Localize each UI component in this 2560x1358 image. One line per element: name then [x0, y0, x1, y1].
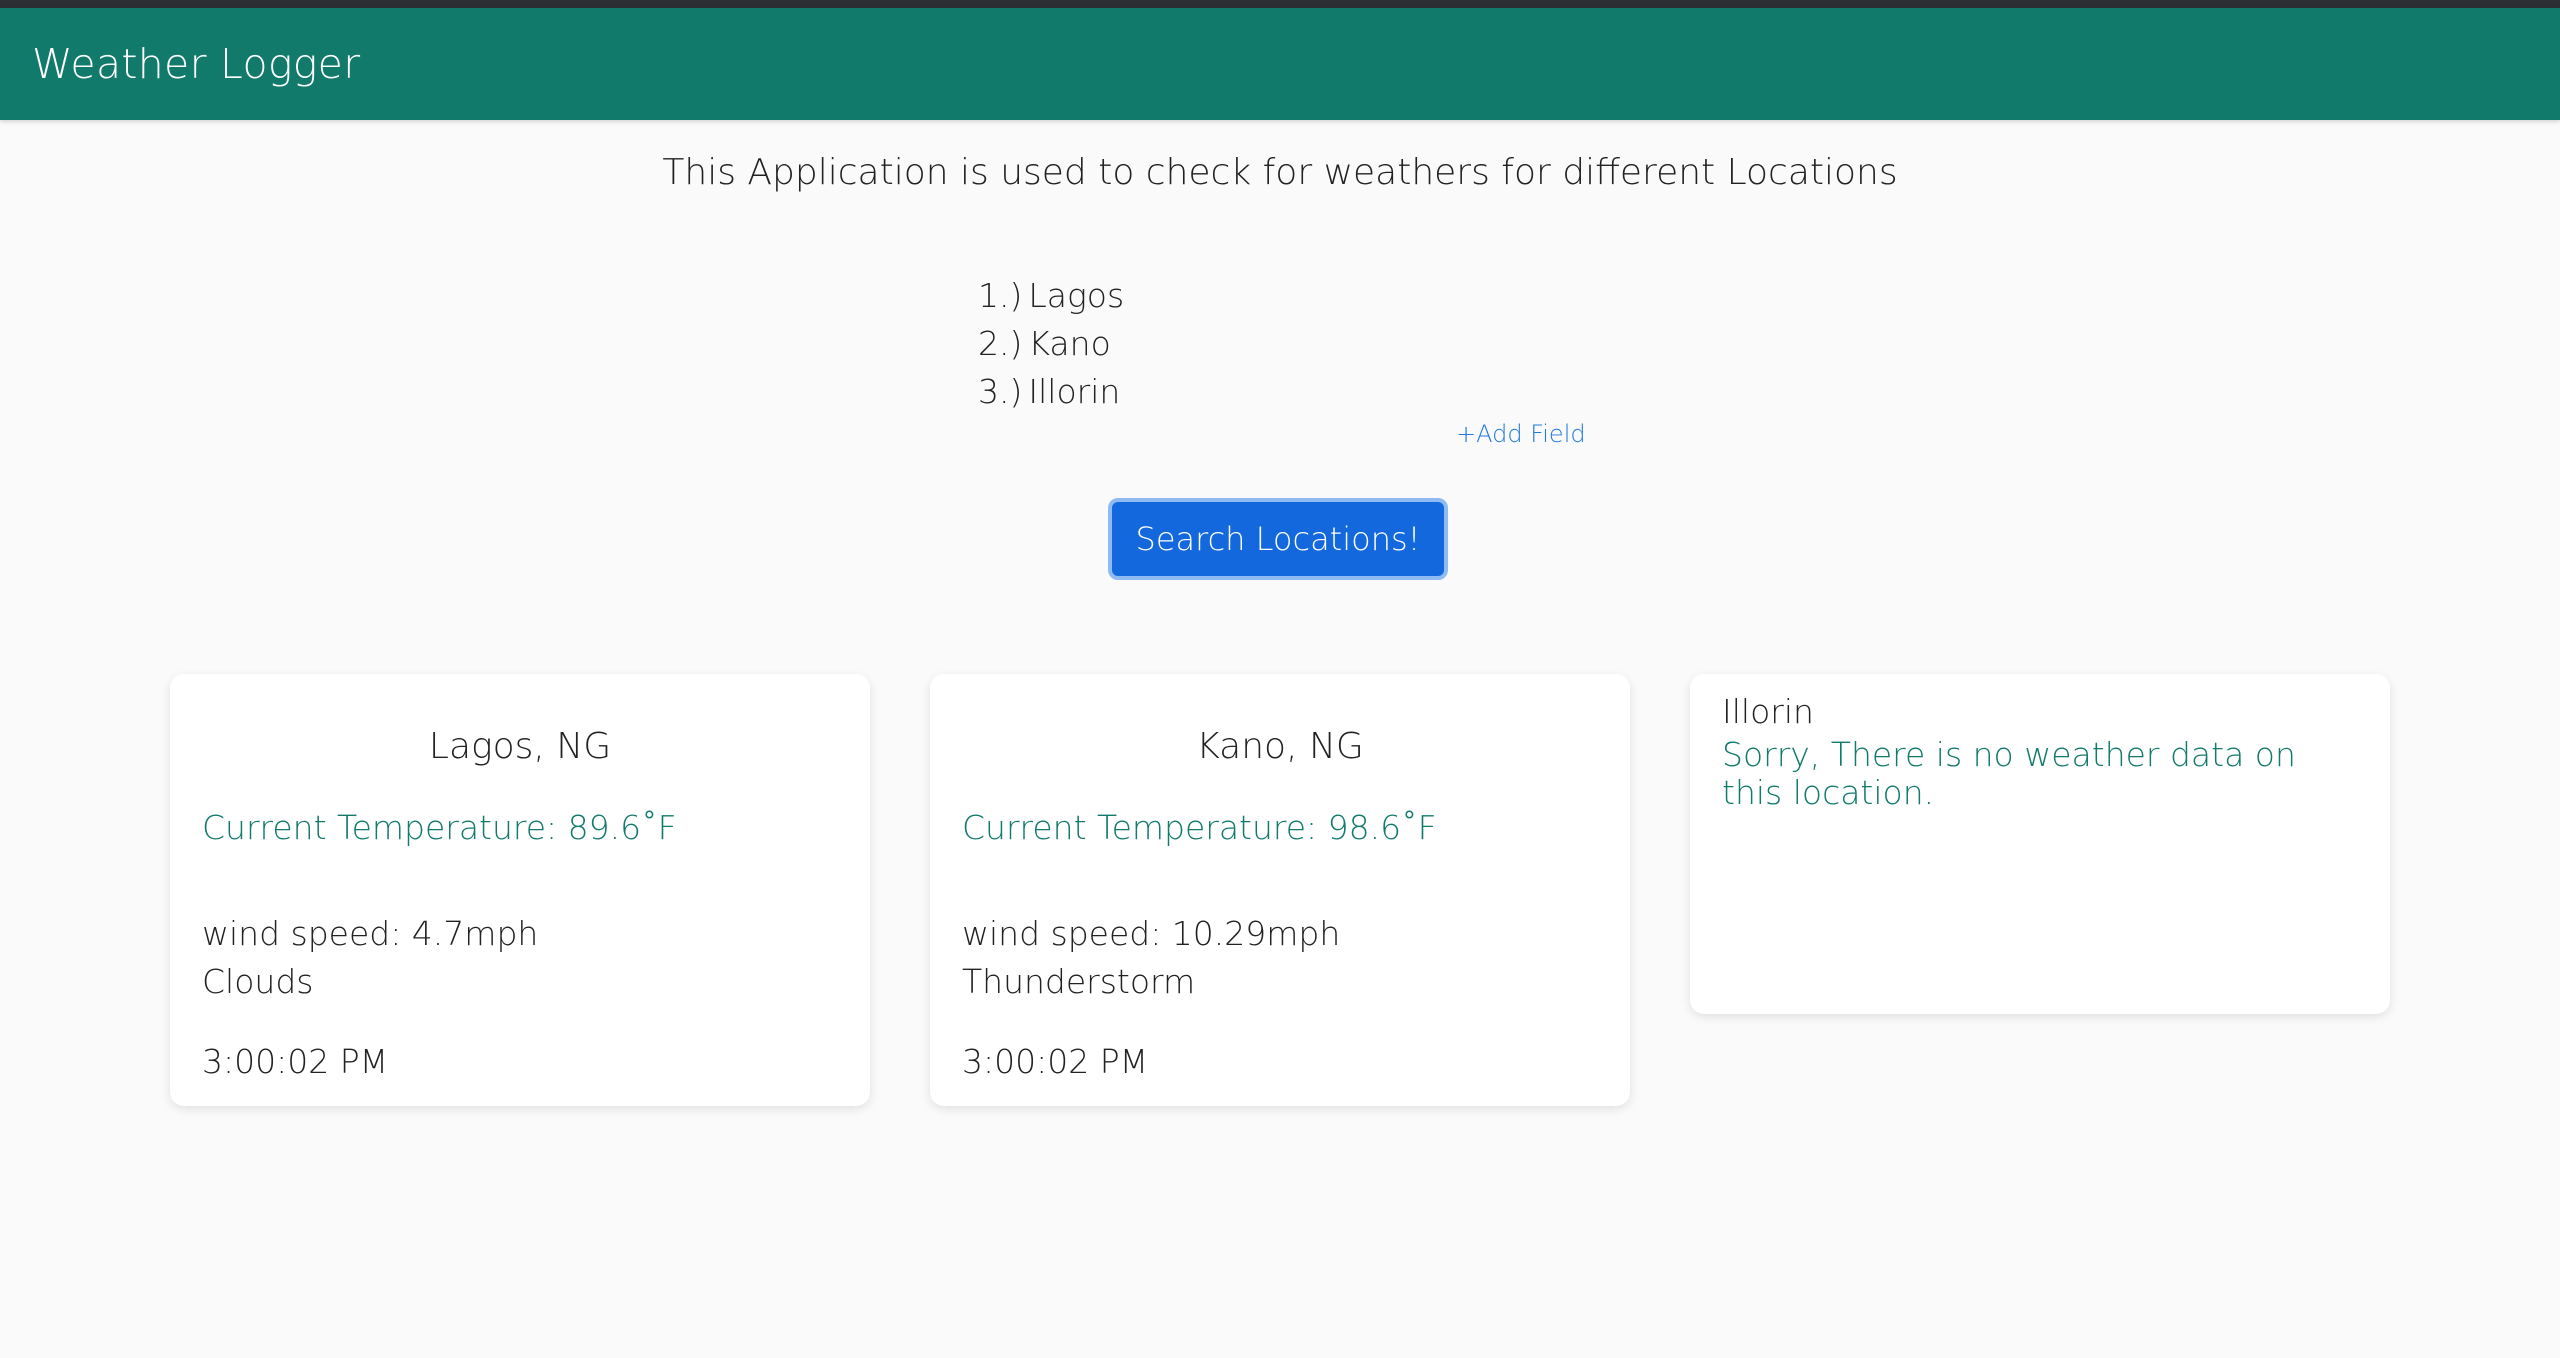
- location-item[interactable]: 1.) Lagos: [978, 272, 1598, 320]
- card-time: 3:00:02 PM: [962, 1042, 1149, 1081]
- location-item[interactable]: 2.) Kano: [978, 320, 1598, 368]
- location-name: Kano: [1028, 324, 1111, 363]
- location-number: 2.): [978, 324, 1023, 363]
- card-condition: Clouds: [202, 962, 314, 1001]
- error-card: Illorin Sorry, There is no weather data …: [1690, 674, 2390, 1014]
- app-title: Weather Logger: [32, 40, 361, 88]
- location-item[interactable]: 3.) Illorin: [978, 368, 1598, 416]
- error-card-message: Sorry, There is no weather data on this …: [1722, 735, 2296, 812]
- card-temperature: Current Temperature: 89.6˚F: [202, 808, 677, 847]
- add-field-link[interactable]: +Add Field: [1456, 420, 1586, 448]
- location-list: 1.) Lagos 2.) Kano 3.) Illorin: [978, 272, 1598, 416]
- location-number: 1.): [978, 276, 1023, 315]
- browser-top-strip: [0, 0, 2560, 8]
- app-bar: Weather Logger: [0, 8, 2560, 120]
- card-city: Kano, NG: [1196, 726, 1364, 767]
- search-locations-button[interactable]: Search Locations!: [1108, 498, 1448, 580]
- intro-text: This Application is used to check for we…: [662, 152, 1898, 193]
- error-card-city: Illorin: [1722, 692, 1814, 731]
- card-time: 3:00:02 PM: [202, 1042, 389, 1081]
- location-name: Illorin: [1028, 372, 1121, 411]
- card-condition: Thunderstorm: [962, 962, 1196, 1001]
- card-wind-speed: wind speed: 10.29mph: [962, 914, 1341, 953]
- weather-card: Kano, NG Current Temperature: 98.6˚F win…: [930, 674, 1630, 1106]
- card-wind-speed: wind speed: 4.7mph: [202, 914, 539, 953]
- location-number: 3.): [978, 372, 1023, 411]
- weather-card: Lagos, NG Current Temperature: 89.6˚F wi…: [170, 674, 870, 1106]
- card-temperature: Current Temperature: 98.6˚F: [962, 808, 1437, 847]
- location-name: Lagos: [1028, 276, 1125, 315]
- card-city: Lagos, NG: [428, 726, 612, 767]
